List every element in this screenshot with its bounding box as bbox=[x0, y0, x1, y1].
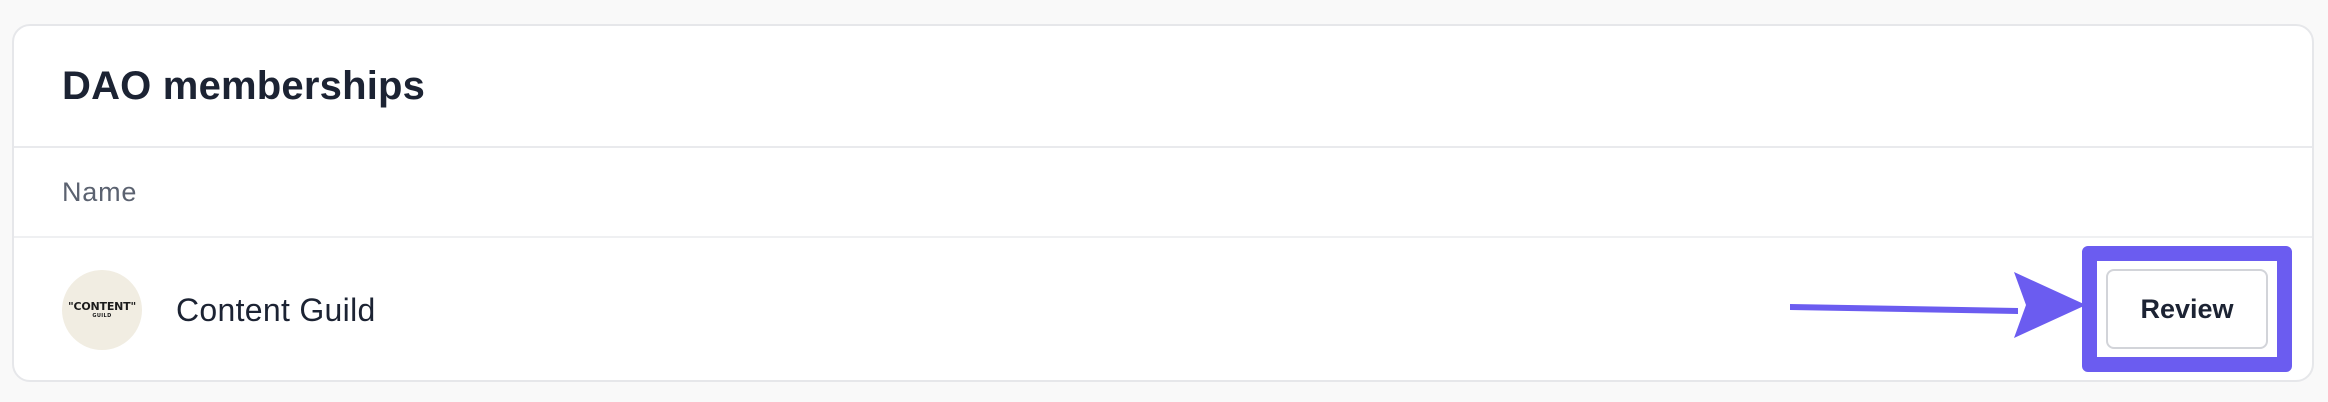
column-header-name: Name bbox=[62, 176, 138, 207]
card-header: DAO memberships bbox=[14, 26, 2312, 148]
table-header: Name bbox=[14, 148, 2312, 238]
table-row: "CONTENT" GUILD Content Guild Review bbox=[14, 238, 2312, 380]
annotation-highlight-box: Review bbox=[2082, 246, 2292, 372]
dao-memberships-card: DAO memberships Name "CONTENT" GUILD Con… bbox=[12, 24, 2314, 382]
avatar-logo-subtext: GUILD bbox=[92, 313, 112, 319]
annotation-arrow-icon bbox=[1790, 272, 2086, 338]
membership-name: Content Guild bbox=[176, 291, 376, 328]
card-title: DAO memberships bbox=[62, 63, 426, 108]
content-guild-avatar: "CONTENT" GUILD bbox=[62, 270, 142, 350]
avatar-logo-text: "CONTENT" bbox=[67, 300, 137, 313]
review-button[interactable]: Review bbox=[2106, 269, 2268, 349]
